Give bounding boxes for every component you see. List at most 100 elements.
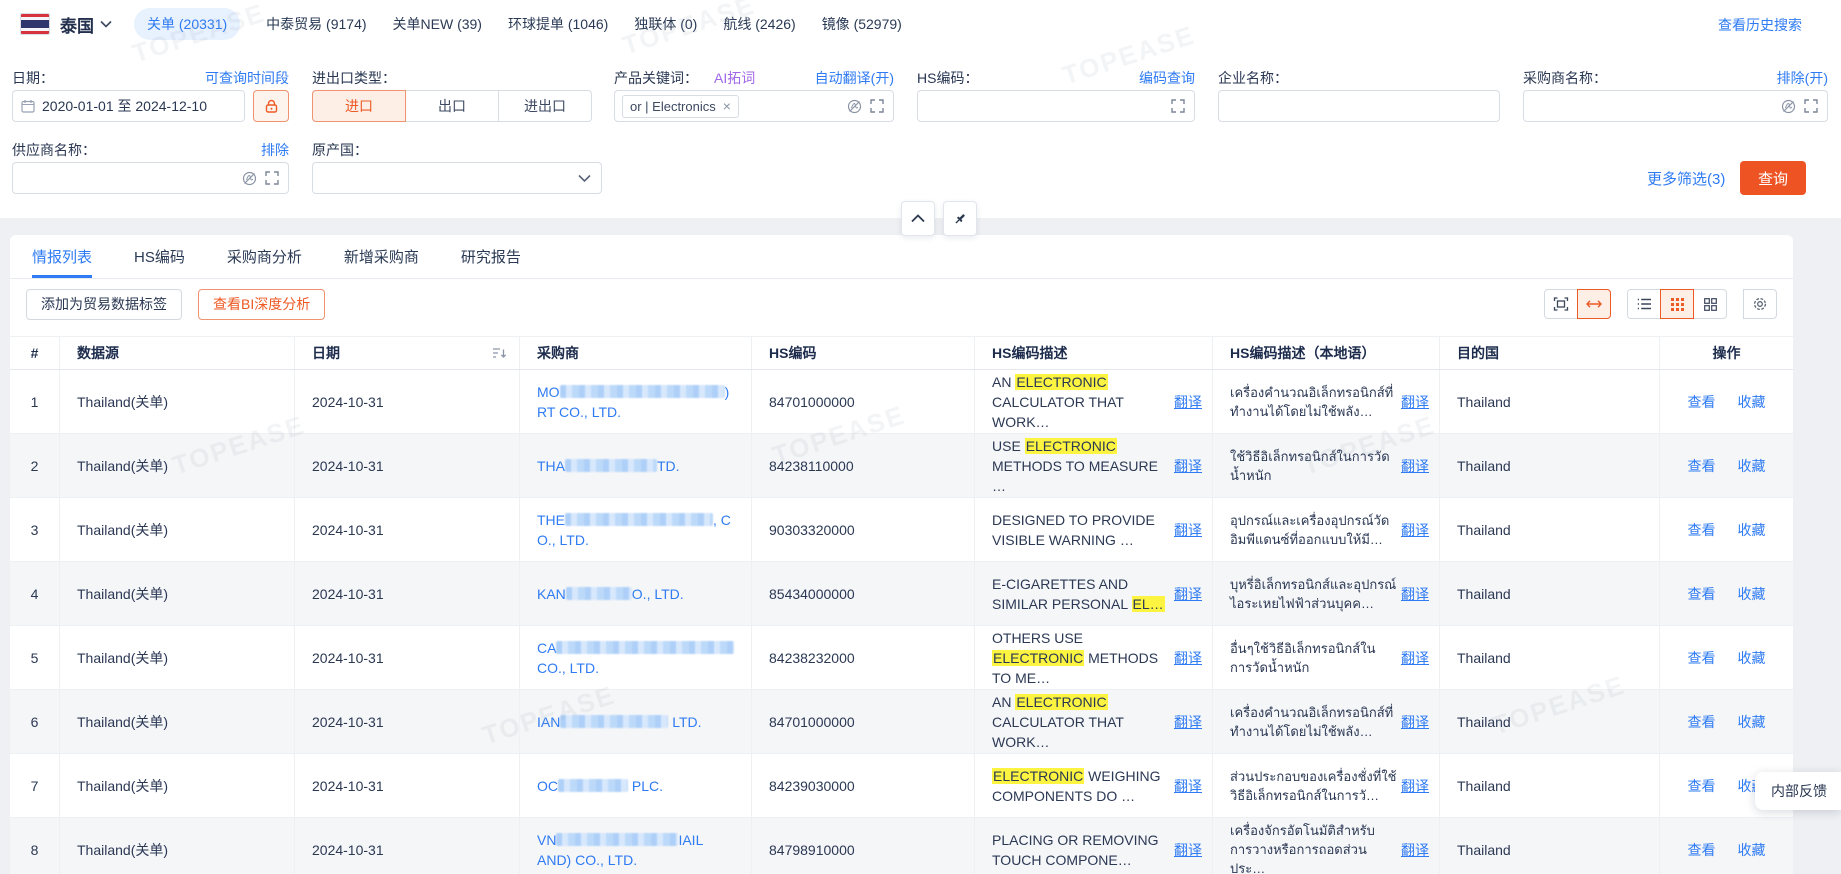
translate-link[interactable]: 翻译 (1401, 520, 1429, 540)
translate-link[interactable]: 翻译 (1174, 840, 1202, 860)
expand-icon[interactable] (265, 171, 279, 185)
date-lock-button[interactable] (253, 90, 289, 122)
ai-expand-link[interactable]: AI拓词 (714, 68, 755, 88)
buyer-name-input[interactable] (1523, 90, 1828, 122)
hs-code-lookup-link[interactable]: 编码查询 (1139, 68, 1195, 88)
company-label: 企业名称： (1218, 68, 1288, 88)
topbar-tab[interactable]: 环球提单 (1046) (508, 14, 608, 34)
panel-tab[interactable]: HS编码 (134, 235, 185, 278)
search-button[interactable]: 查询 (1740, 161, 1806, 195)
card-view-button[interactable] (1693, 289, 1727, 319)
dense-grid-view-button[interactable] (1660, 289, 1694, 319)
buyer-link[interactable]: KANO., LTD. (537, 584, 684, 604)
buyer-link[interactable]: CACO., LTD. (537, 638, 734, 678)
collapse-filters-button[interactable] (901, 201, 935, 236)
favorite-link[interactable]: 收藏 (1738, 584, 1766, 604)
keyword-input[interactable]: or | Electronics × (614, 90, 894, 122)
add-trade-tag-button[interactable]: 添加为贸易数据标签 (26, 289, 182, 320)
buyer-link[interactable]: MO)RT CO., LTD. (537, 382, 729, 422)
expand-icon[interactable] (870, 99, 884, 113)
favorite-link[interactable]: 收藏 (1738, 456, 1766, 476)
topbar-tab[interactable]: 航线 (2426) (723, 14, 795, 34)
buyer-link[interactable]: OC PLC. (537, 776, 663, 796)
cell-destination: Thailand (1440, 754, 1660, 817)
hs-code-input[interactable] (917, 90, 1195, 122)
exact-match-icon[interactable] (242, 171, 257, 186)
trade-type-option[interactable]: 进出口 (498, 90, 592, 122)
translate-link[interactable]: 翻译 (1174, 456, 1202, 476)
redacted-text (566, 587, 632, 600)
view-link[interactable]: 查看 (1688, 520, 1716, 540)
auto-translate-link[interactable]: 自动翻译(开) (815, 68, 894, 88)
panel-tab[interactable]: 采购商分析 (227, 235, 302, 278)
company-input[interactable] (1218, 90, 1500, 122)
favorite-link[interactable]: 收藏 (1738, 648, 1766, 668)
trade-type-option[interactable]: 出口 (405, 90, 499, 122)
view-link[interactable]: 查看 (1688, 712, 1716, 732)
view-link[interactable]: 查看 (1688, 776, 1716, 796)
view-link[interactable]: 查看 (1688, 392, 1716, 412)
exact-match-icon[interactable] (847, 99, 862, 114)
date-range-input[interactable]: 2020-01-01 至 2024-12-10 (12, 90, 245, 122)
chevron-down-icon[interactable] (100, 20, 112, 28)
sort-icon[interactable] (492, 347, 507, 360)
favorite-link[interactable]: 收藏 (1738, 712, 1766, 732)
table-settings-button[interactable] (1743, 289, 1777, 319)
translate-link[interactable]: 翻译 (1401, 840, 1429, 860)
topbar-tab[interactable]: 关单NEW (39) (393, 14, 482, 34)
panel-tab[interactable]: 新增采购商 (344, 235, 419, 278)
buyer-link[interactable]: THE, CO., LTD. (537, 510, 731, 550)
buyer-link[interactable]: VNIAILAND) CO., LTD. (537, 830, 703, 870)
favorite-link[interactable]: 收藏 (1738, 520, 1766, 540)
view-link[interactable]: 查看 (1688, 456, 1716, 476)
supplier-input[interactable] (12, 162, 289, 194)
translate-link[interactable]: 翻译 (1401, 776, 1429, 796)
view-bi-analysis-button[interactable]: 查看BI深度分析 (198, 289, 325, 320)
buyer-exclude-link[interactable]: 排除(开) (1777, 68, 1828, 88)
origin-country-select[interactable] (312, 162, 602, 194)
topbar-tab[interactable]: 镜像 (52979) (822, 14, 902, 34)
supplier-exclude-link[interactable]: 排除 (261, 140, 289, 160)
topbar-tab[interactable]: 中泰贸易 (9174) (266, 14, 366, 34)
more-filters-link[interactable]: 更多筛选(3) (1647, 168, 1725, 189)
view-link[interactable]: 查看 (1688, 648, 1716, 668)
translate-link[interactable]: 翻译 (1401, 648, 1429, 668)
panel-tab[interactable]: 情报列表 (32, 235, 92, 278)
translate-link[interactable]: 翻译 (1174, 776, 1202, 796)
internal-feedback-tab[interactable]: 内部反馈 (1755, 772, 1841, 810)
fit-width-button[interactable] (1544, 289, 1578, 319)
pin-filters-button[interactable] (943, 201, 977, 236)
favorite-link[interactable]: 收藏 (1738, 840, 1766, 860)
tag-close-icon[interactable]: × (723, 99, 731, 113)
expand-icon[interactable] (1171, 99, 1185, 113)
exact-match-icon[interactable] (1781, 99, 1796, 114)
translate-link[interactable]: 翻译 (1401, 456, 1429, 476)
translate-link[interactable]: 翻译 (1174, 392, 1202, 412)
favorite-link[interactable]: 收藏 (1738, 392, 1766, 412)
list-icon (1637, 298, 1652, 310)
country-selector[interactable]: 泰国 (60, 12, 94, 37)
translate-link[interactable]: 翻译 (1401, 584, 1429, 604)
buyer-link[interactable]: THATD. (537, 456, 680, 476)
panel-tab[interactable]: 研究报告 (461, 235, 521, 278)
cell-actions: 查看 收藏 (1660, 562, 1793, 625)
translate-link[interactable]: 翻译 (1174, 520, 1202, 540)
view-link[interactable]: 查看 (1688, 584, 1716, 604)
translate-link[interactable]: 翻译 (1174, 648, 1202, 668)
cell-date: 2024-10-31 (295, 818, 520, 874)
translate-link[interactable]: 翻译 (1174, 712, 1202, 732)
list-view-button[interactable] (1627, 289, 1661, 319)
view-link[interactable]: 查看 (1688, 840, 1716, 860)
stretch-width-button[interactable] (1577, 289, 1611, 319)
topbar-tab[interactable]: 关单 (20331) (134, 8, 240, 40)
trade-type-option[interactable]: 进口 (312, 90, 406, 122)
translate-link[interactable]: 翻译 (1174, 584, 1202, 604)
translate-link[interactable]: 翻译 (1401, 392, 1429, 412)
buyer-link[interactable]: IAN LTD. (537, 712, 702, 732)
history-search-link[interactable]: 查看历史搜索 (1718, 15, 1802, 35)
topbar-tab[interactable]: 独联体 (0) (634, 14, 697, 34)
expand-icon[interactable] (1804, 99, 1818, 113)
cell-hs-desc-local: อื่นๆใช้วิธีอิเล็กทรอนิกส์ในการวัดน้ำหนั… (1213, 626, 1440, 689)
translate-link[interactable]: 翻译 (1401, 712, 1429, 732)
date-range-hint-link[interactable]: 可查询时间段 (205, 68, 289, 88)
